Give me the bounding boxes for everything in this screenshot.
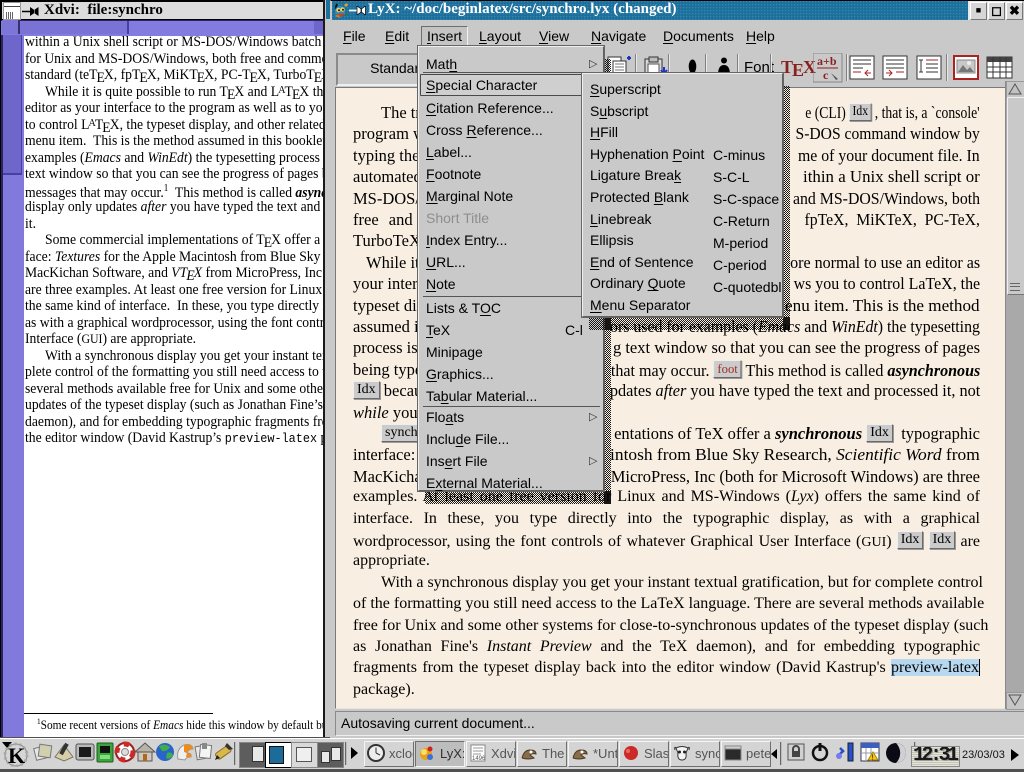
svg-text:!: ! <box>872 755 874 762</box>
svg-text:K: K <box>8 743 25 767</box>
svg-text:1496: 1496 <box>472 756 486 762</box>
